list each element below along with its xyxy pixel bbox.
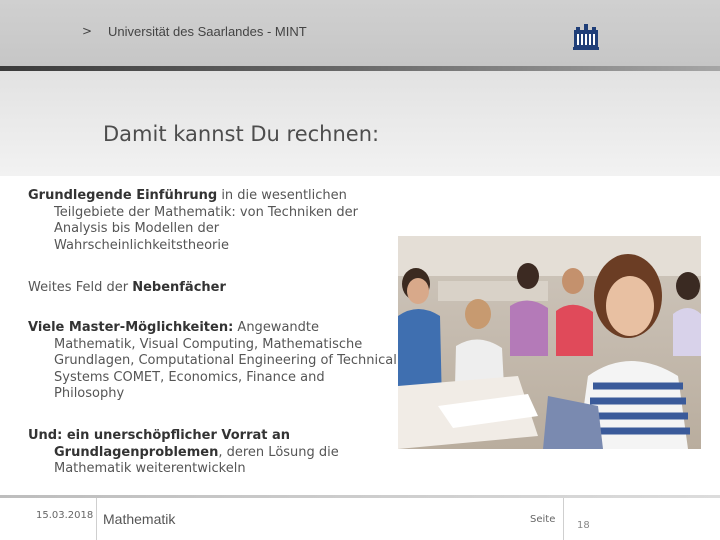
footer-subject: Mathematik [103, 511, 176, 527]
footer-page-number: 18 [577, 520, 590, 531]
students-classroom-photo [398, 236, 701, 449]
paragraph-minor-subjects: Weites Feld der Nebenfächer [28, 280, 226, 297]
footer-separator [96, 498, 97, 540]
slide-title: Damit kannst Du rechnen: [103, 122, 380, 146]
institution-title: Universität des Saarlandes - MINT [108, 24, 307, 39]
paragraph-intro: Grundlegende Einführung in die wesentlic… [28, 188, 398, 254]
footer-page-label: Seite [530, 514, 556, 525]
paragraph-intro-bold: Grundlegende Einführung [28, 188, 218, 203]
paragraph-minor-lead: Weites Feld der [28, 280, 133, 295]
university-crest-icon [573, 24, 599, 50]
paragraph-master-bold: Viele Master-Möglichkeiten: [28, 320, 234, 335]
breadcrumb-arrow: > [82, 24, 93, 38]
paragraph-master: Viele Master-Möglichkeiten: Angewandte M… [28, 320, 398, 403]
paragraph-problems: Und: ein unerschöpflicher Vorrat an Grun… [28, 428, 398, 478]
footer-separator [563, 498, 564, 540]
paragraph-minor-bold: Nebenfächer [132, 280, 226, 295]
footer-date: 15.03.2018 [36, 510, 94, 521]
footer-divider [0, 495, 720, 498]
